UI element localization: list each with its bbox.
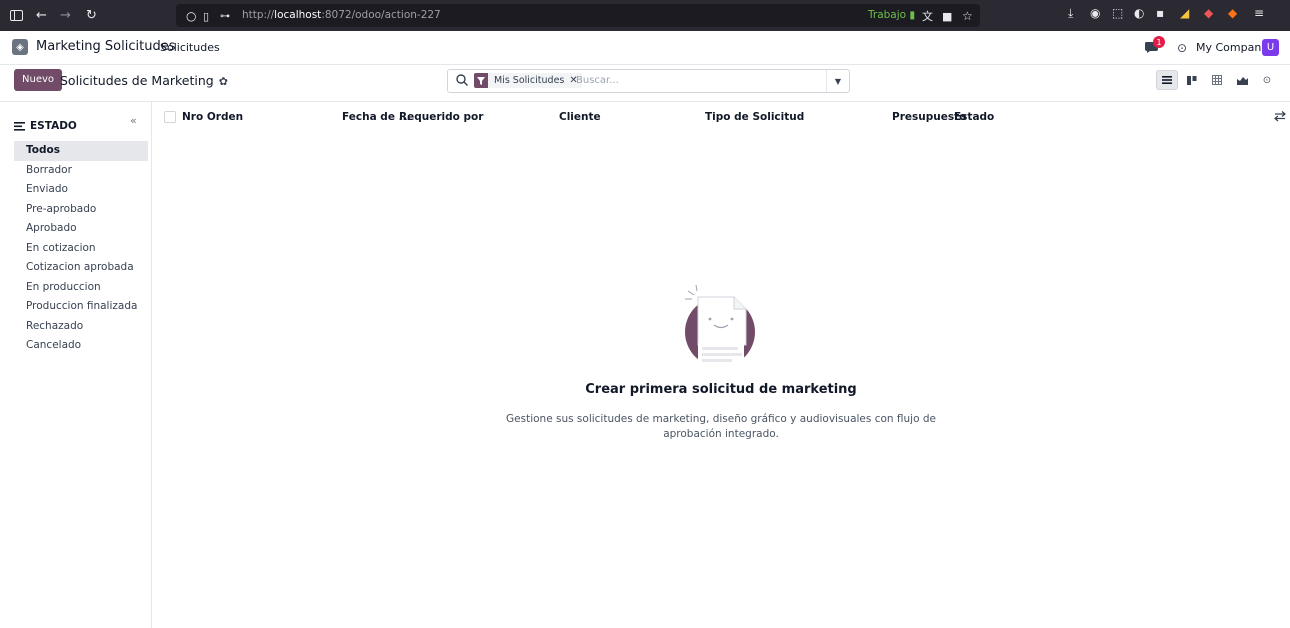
gear-icon[interactable]: ✿ — [219, 75, 228, 88]
app-navbar: ◈ Marketing Solicitudes Solicitudes 1 ⊙ … — [0, 31, 1290, 65]
sidebar-toggle-icon[interactable] — [10, 6, 23, 24]
chat-badge: 1 — [1153, 36, 1165, 48]
select-all-checkbox[interactable] — [164, 111, 176, 123]
search-input[interactable] — [576, 73, 816, 88]
column-estado[interactable]: Estado — [954, 111, 994, 123]
addon-grid-icon[interactable]: ▪ — [1156, 6, 1164, 20]
column-cliente[interactable]: Cliente — [559, 111, 601, 123]
sidebar-item-en-cotizacion[interactable]: En cotizacion — [14, 239, 148, 259]
back-icon[interactable]: ← — [36, 6, 47, 24]
empty-state-title: Crear primera solicitud de marketing — [585, 382, 857, 397]
bookmark-star-icon[interactable]: ☆ — [962, 7, 973, 25]
empty-document-illustration-icon — [685, 285, 755, 367]
activity-view-icon[interactable]: ⊙ — [1256, 70, 1278, 90]
sidebar-item-en-produccion[interactable]: En produccion — [14, 278, 148, 298]
sidebar-item-cancelado[interactable]: Cancelado — [14, 336, 148, 356]
column-nro-orden[interactable]: Nro Orden — [182, 111, 243, 123]
kanban-view-icon[interactable] — [1181, 70, 1203, 90]
optional-columns-icon[interactable] — [1274, 110, 1286, 122]
shield-icon[interactable]: ○ — [186, 7, 196, 25]
sidebar-item-produccion-finalizada[interactable]: Produccion finalizada — [14, 297, 148, 317]
sidebar-header: ESTADO — [14, 120, 77, 132]
menu-icon[interactable]: ≡ — [1254, 6, 1264, 20]
graph-view-icon[interactable] — [1231, 70, 1253, 90]
control-panel: Nuevo Solicitudes de Marketing ✿ Mis Soli… — [0, 65, 1290, 102]
filter-list-icon — [14, 121, 25, 131]
extensions-grid-icon[interactable]: ■ — [942, 7, 952, 25]
page-title-text: Solicitudes de Marketing — [60, 73, 214, 88]
search-icon[interactable] — [455, 73, 469, 87]
forward-icon[interactable]: → — [60, 6, 71, 24]
list-view-icon[interactable] — [1156, 70, 1178, 90]
column-tipo-solicitud[interactable]: Tipo de Solicitud — [705, 111, 804, 123]
menu-solicitudes[interactable]: Solicitudes — [160, 41, 220, 54]
page-title: Solicitudes de Marketing ✿ — [60, 73, 228, 88]
addon-pen-icon[interactable]: ◢ — [1180, 6, 1189, 20]
sidebar-item-aprobado[interactable]: Aprobado — [14, 219, 148, 239]
collapse-sidebar-icon[interactable]: « — [130, 114, 137, 127]
connection-icon[interactable]: ⊶ — [220, 7, 230, 25]
activity-clock-icon[interactable]: ⊙ — [1177, 41, 1187, 55]
url-bar[interactable]: ○ ▯ ⊶ http://localhost:8072/odoo/action-… — [176, 4, 980, 27]
user-avatar[interactable]: U — [1262, 39, 1279, 56]
empty-state-line-2: aprobación integrado. — [663, 428, 779, 440]
searchpanel-sidebar: ESTADO « Todos Borrador Enviado Pre-aprobad… — [0, 102, 152, 628]
account-icon[interactable]: ◉ — [1090, 6, 1100, 20]
sidebar-item-todos[interactable]: Todos — [14, 141, 148, 161]
app-name[interactable]: Marketing Solicitudes — [36, 39, 175, 54]
search-bar[interactable]: Mis Solicitudes ✕ ▼ — [447, 69, 850, 93]
sidebar-header-label: ESTADO — [30, 120, 77, 132]
page-icon: ▯ — [203, 9, 210, 23]
sidebar-list: Todos Borrador Enviado Pre-aprobado Aprobado… — [14, 141, 148, 356]
url-text[interactable]: http://localhost:8072/odoo/action-227 — [242, 9, 441, 21]
addon-red-icon[interactable]: ◆ — [1204, 6, 1213, 20]
filter-facet[interactable]: Mis Solicitudes ✕ — [474, 73, 582, 88]
sidebar-item-cotizacion-aprobada[interactable]: Cotizacion aprobada — [14, 258, 148, 278]
pivot-view-icon[interactable] — [1206, 70, 1228, 90]
facet-label: Mis Solicitudes — [494, 75, 565, 86]
list-header: Nro Orden Fecha de ... Requerido por Cli… — [152, 102, 1290, 130]
sidebar-item-pre-aprobado[interactable]: Pre-aprobado — [14, 200, 148, 220]
container-label[interactable]: Trabajo ▮ — [868, 9, 915, 21]
search-dropdown-toggle[interactable]: ▼ — [826, 70, 849, 92]
addon-icon[interactable]: ◐ — [1134, 6, 1144, 20]
app-logo-icon[interactable]: ◈ — [12, 39, 28, 55]
reload-icon[interactable]: ↻ — [86, 6, 97, 24]
company-switcher[interactable]: My Company — [1196, 41, 1268, 54]
column-requerido-por[interactable]: Requerido por — [399, 111, 483, 123]
download-icon[interactable]: ⤓ — [1068, 6, 1073, 21]
translate-icon[interactable]: 文 — [922, 7, 933, 25]
addon-fox-icon[interactable]: ◆ — [1228, 6, 1237, 20]
sidebar-item-borrador[interactable]: Borrador — [14, 161, 148, 181]
new-button[interactable]: Nuevo — [14, 69, 63, 91]
sidebar-item-rechazado[interactable]: Rechazado — [14, 317, 148, 337]
browser-toolbar: ← → ↻ ○ ▯ ⊶ http://localhost:8072/odoo/a… — [0, 0, 1290, 31]
sidebar-item-enviado[interactable]: Enviado — [14, 180, 148, 200]
filter-icon — [474, 73, 488, 88]
extensions-icon[interactable]: ⬚ — [1112, 6, 1123, 20]
view-switcher: ⊙ — [1156, 70, 1281, 90]
empty-state-description: Gestione sus solicitudes de marketing, d… — [500, 412, 942, 442]
empty-state-line-1: Gestione sus solicitudes de marketing, d… — [506, 413, 936, 425]
